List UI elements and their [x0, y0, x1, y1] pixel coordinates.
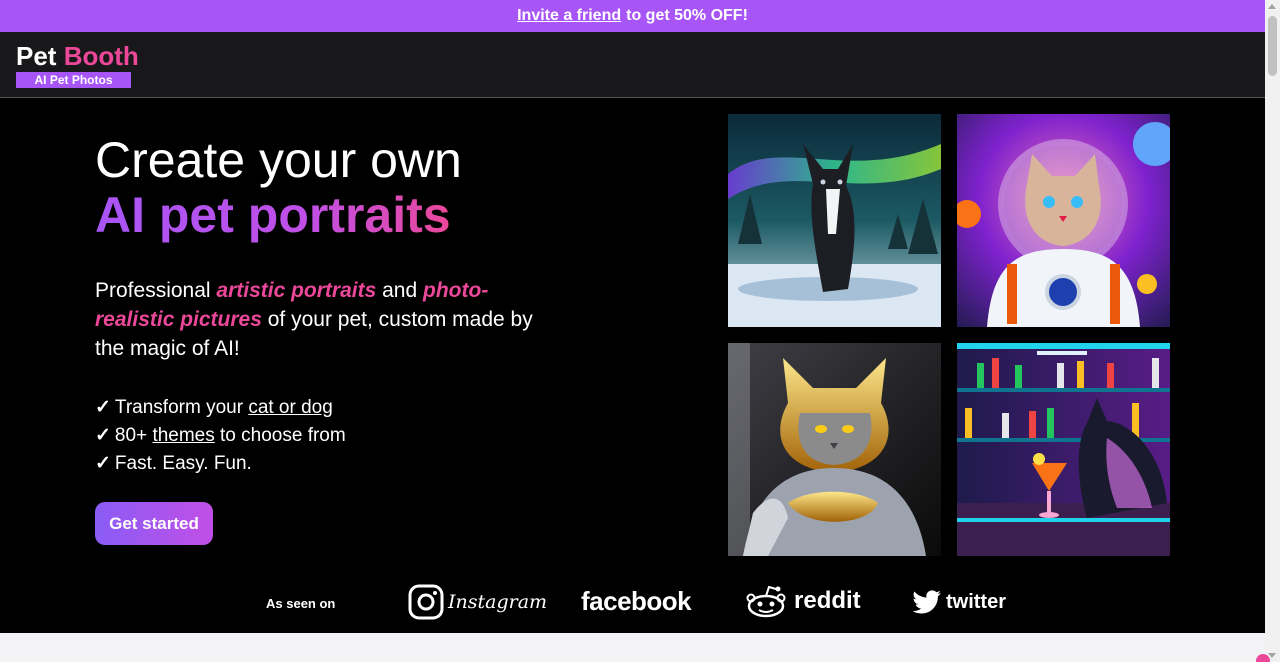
reddit-icon: [746, 585, 786, 618]
desc-part2: and: [376, 279, 424, 302]
check-icon: ✓: [95, 453, 111, 474]
feature-item: ✓ Fast. Easy. Fun.: [95, 450, 346, 478]
promo-banner: Invite a friend to get 50% OFF!: [0, 0, 1265, 32]
logo-word-booth: Booth: [63, 41, 139, 71]
reddit-logo: reddit: [746, 584, 861, 618]
promo-text: to get 50% OFF!: [626, 7, 748, 24]
cat-or-dog-link[interactable]: cat or dog: [248, 397, 333, 418]
check-icon: ✓: [95, 397, 111, 418]
reddit-wordmark: reddit: [794, 587, 861, 614]
feature-list: ✓ Transform your cat or dog ✓ 80+ themes t…: [95, 394, 346, 478]
dog-bar-image: [957, 343, 1170, 556]
hero-title-line1: Create your own: [95, 132, 462, 188]
feature-text: 80+: [114, 425, 153, 446]
invite-friend-link[interactable]: Invite a friend: [517, 7, 621, 25]
dog-aurora-image: [728, 114, 941, 327]
instagram-logo: Instagram: [408, 584, 547, 620]
feature-text: Fast. Easy. Fun.: [114, 453, 252, 474]
logo[interactable]: Pet Booth AI Pet Photos: [16, 42, 139, 88]
instagram-wordmark: Instagram: [448, 591, 548, 613]
hero-description: Professional artistic portraits and phot…: [95, 276, 535, 363]
logo-text: Pet Booth: [16, 42, 139, 70]
check-icon: ✓: [95, 425, 111, 446]
get-started-button[interactable]: Get started: [95, 502, 213, 545]
chat-widget-icon[interactable]: [1256, 654, 1270, 662]
hero-title-line2: AI pet portraits: [95, 187, 451, 243]
scroll-up-arrow-icon[interactable]: [1268, 4, 1276, 9]
feature-item: ✓ Transform your cat or dog: [95, 394, 346, 422]
scroll-thumb[interactable]: [1268, 16, 1277, 76]
as-seen-on-label: As seen on: [266, 596, 336, 611]
logo-badge: AI Pet Photos: [16, 72, 131, 88]
feature-item: ✓ 80+ themes to choose from: [95, 422, 346, 450]
cat-astronaut-image: [957, 114, 1170, 327]
twitter-logo: twitter: [912, 590, 1006, 614]
page-scrollbar[interactable]: [1265, 0, 1280, 662]
feature-text: to choose from: [214, 425, 346, 446]
instagram-icon: [408, 584, 444, 620]
facebook-wordmark: facebook: [581, 586, 692, 616]
site-header: Pet Booth AI Pet Photos: [0, 32, 1265, 98]
twitter-wordmark: twitter: [946, 590, 1006, 613]
hero-section: Create your own AI pet portraits Profess…: [0, 98, 1265, 633]
desc-highlight-artistic: artistic portraits: [216, 279, 377, 302]
desc-part1: Professional: [95, 279, 217, 302]
cat-knight-image: [728, 343, 941, 556]
logo-word-pet: Pet: [16, 41, 57, 71]
themes-link[interactable]: themes: [152, 425, 214, 446]
facebook-logo: facebook: [581, 586, 692, 617]
feature-text: Transform your: [114, 397, 249, 418]
twitter-bird-icon: [912, 590, 941, 614]
